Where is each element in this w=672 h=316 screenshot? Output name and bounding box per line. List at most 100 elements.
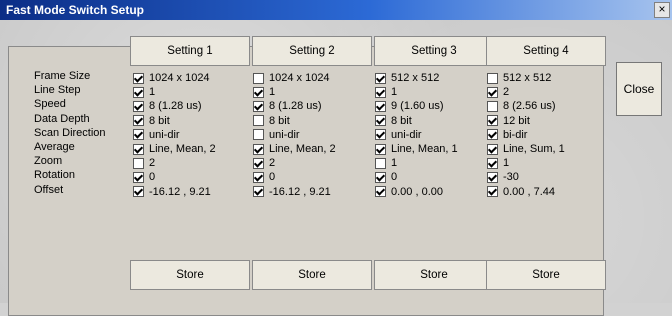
value-label: uni-dir [149,128,180,141]
checkbox[interactable] [375,129,386,141]
value-label: 2 [503,86,510,99]
value-label: 8 bit [269,114,290,127]
checkbox[interactable] [487,157,498,169]
checkbox[interactable] [133,186,144,198]
value-label: 1 [391,157,398,170]
checkbox[interactable] [487,72,498,84]
setting-1-row-8: 0 [133,171,155,183]
setting-1-row-6: Line, Mean, 2 [133,143,216,155]
value-label: 0.00 , 7.44 [503,185,555,198]
row-label-average: Average [34,141,75,153]
value-label: 12 bit [503,114,530,127]
value-label: uni-dir [269,128,300,141]
value-label: 8 (1.28 us) [149,100,202,113]
checkbox[interactable] [375,171,386,183]
setting-1-row-9: -16.12 , 9.21 [133,186,211,198]
checkbox[interactable] [375,115,386,127]
row-label-frame-size: Frame Size [34,70,91,82]
checkbox[interactable] [253,186,264,198]
value-label: Line, Mean, 2 [149,143,216,155]
setting-3-button[interactable]: Setting 3 [374,36,494,66]
checkbox[interactable] [253,157,264,169]
store-1-button[interactable]: Store [130,260,250,290]
checkbox[interactable] [487,86,498,98]
setting-3-row-3: 9 (1.60 us) [375,100,444,112]
checkbox[interactable] [253,129,264,141]
checkbox[interactable] [487,143,498,155]
setting-4-row-6: Line, Sum, 1 [487,143,565,155]
setting-2-row-8: 0 [253,171,275,183]
value-label: 2 [269,157,276,170]
row-label-speed: Speed [34,98,66,111]
checkbox[interactable] [133,129,144,141]
value-label: -30 [503,171,519,184]
value-label: 0.00 , 0.00 [391,185,443,198]
value-label: 8 bit [391,114,412,127]
checkbox[interactable] [487,115,498,127]
checkbox[interactable] [133,72,144,84]
checkbox[interactable] [133,100,144,112]
checkbox[interactable] [487,186,498,198]
checkbox[interactable] [253,72,264,84]
value-label: 512 x 512 [391,72,440,84]
setting-2-row-9: -16.12 , 9.21 [253,186,331,198]
checkbox[interactable] [375,186,386,198]
setting-1-row-1: 1024 x 1024 [133,72,210,84]
setting-3-row-4: 8 bit [375,115,412,127]
setting-4-row-9: 0.00 , 7.44 [487,186,555,198]
row-label-data-depth: Data Depth [34,112,90,125]
checkbox[interactable] [253,100,264,112]
setting-1-row-4: 8 bit [133,115,170,127]
setting-2-row-1: 1024 x 1024 [253,72,330,84]
row-label-scan-direction: Scan Direction [34,126,106,139]
setting-4-row-7: 1 [487,157,509,169]
setting-1-button[interactable]: Setting 1 [130,36,250,66]
checkbox[interactable] [487,129,498,141]
setting-4-button[interactable]: Setting 4 [486,36,606,66]
value-label: 1 [503,157,510,170]
store-3-button[interactable]: Store [374,260,494,290]
close-button[interactable]: Close [616,62,662,116]
value-label: 512 x 512 [503,72,552,84]
setting-4-row-1: 512 x 512 [487,72,551,84]
checkbox[interactable] [375,100,386,112]
store-2-button[interactable]: Store [252,260,372,290]
value-label: uni-dir [391,128,422,141]
checkbox[interactable] [375,143,386,155]
checkbox[interactable] [487,100,498,112]
setting-3-row-9: 0.00 , 0.00 [375,186,443,198]
setting-2-row-7: 2 [253,157,275,169]
checkbox[interactable] [487,171,498,183]
checkbox[interactable] [253,143,264,155]
title-bar: Fast Mode Switch Setup × [0,0,672,20]
checkbox[interactable] [133,171,144,183]
setting-4-row-8: -30 [487,171,519,183]
checkbox[interactable] [375,86,386,98]
checkbox[interactable] [253,86,264,98]
value-label: 0 [269,171,276,184]
setting-2-row-3: 8 (1.28 us) [253,100,322,112]
dialog-client-area: Close Setting 1 Setting 2 Setting 3 Setting… [0,20,672,316]
value-label: bi-dir [503,128,528,141]
checkbox[interactable] [375,72,386,84]
window-close-icon[interactable]: × [654,2,670,18]
value-label: -16.12 , 9.21 [269,185,331,198]
value-label: 9 (1.60 us) [391,100,444,113]
setting-1-row-7: 2 [133,157,155,169]
checkbox[interactable] [375,157,386,169]
setting-1-row-2: 1 [133,86,155,98]
checkbox[interactable] [133,157,144,169]
setting-2-button[interactable]: Setting 2 [252,36,372,66]
value-label: 0 [391,171,398,184]
value-label: 1024 x 1024 [149,72,210,84]
row-label-zoom: Zoom [34,155,63,168]
window-title: Fast Mode Switch Setup [6,3,145,17]
checkbox[interactable] [253,171,264,183]
checkbox[interactable] [133,143,144,155]
checkbox[interactable] [253,115,264,127]
value-label: 8 (2.56 us) [503,100,556,113]
store-4-button[interactable]: Store [486,260,606,290]
value-label: 1 [391,86,398,99]
checkbox[interactable] [133,86,144,98]
checkbox[interactable] [133,115,144,127]
